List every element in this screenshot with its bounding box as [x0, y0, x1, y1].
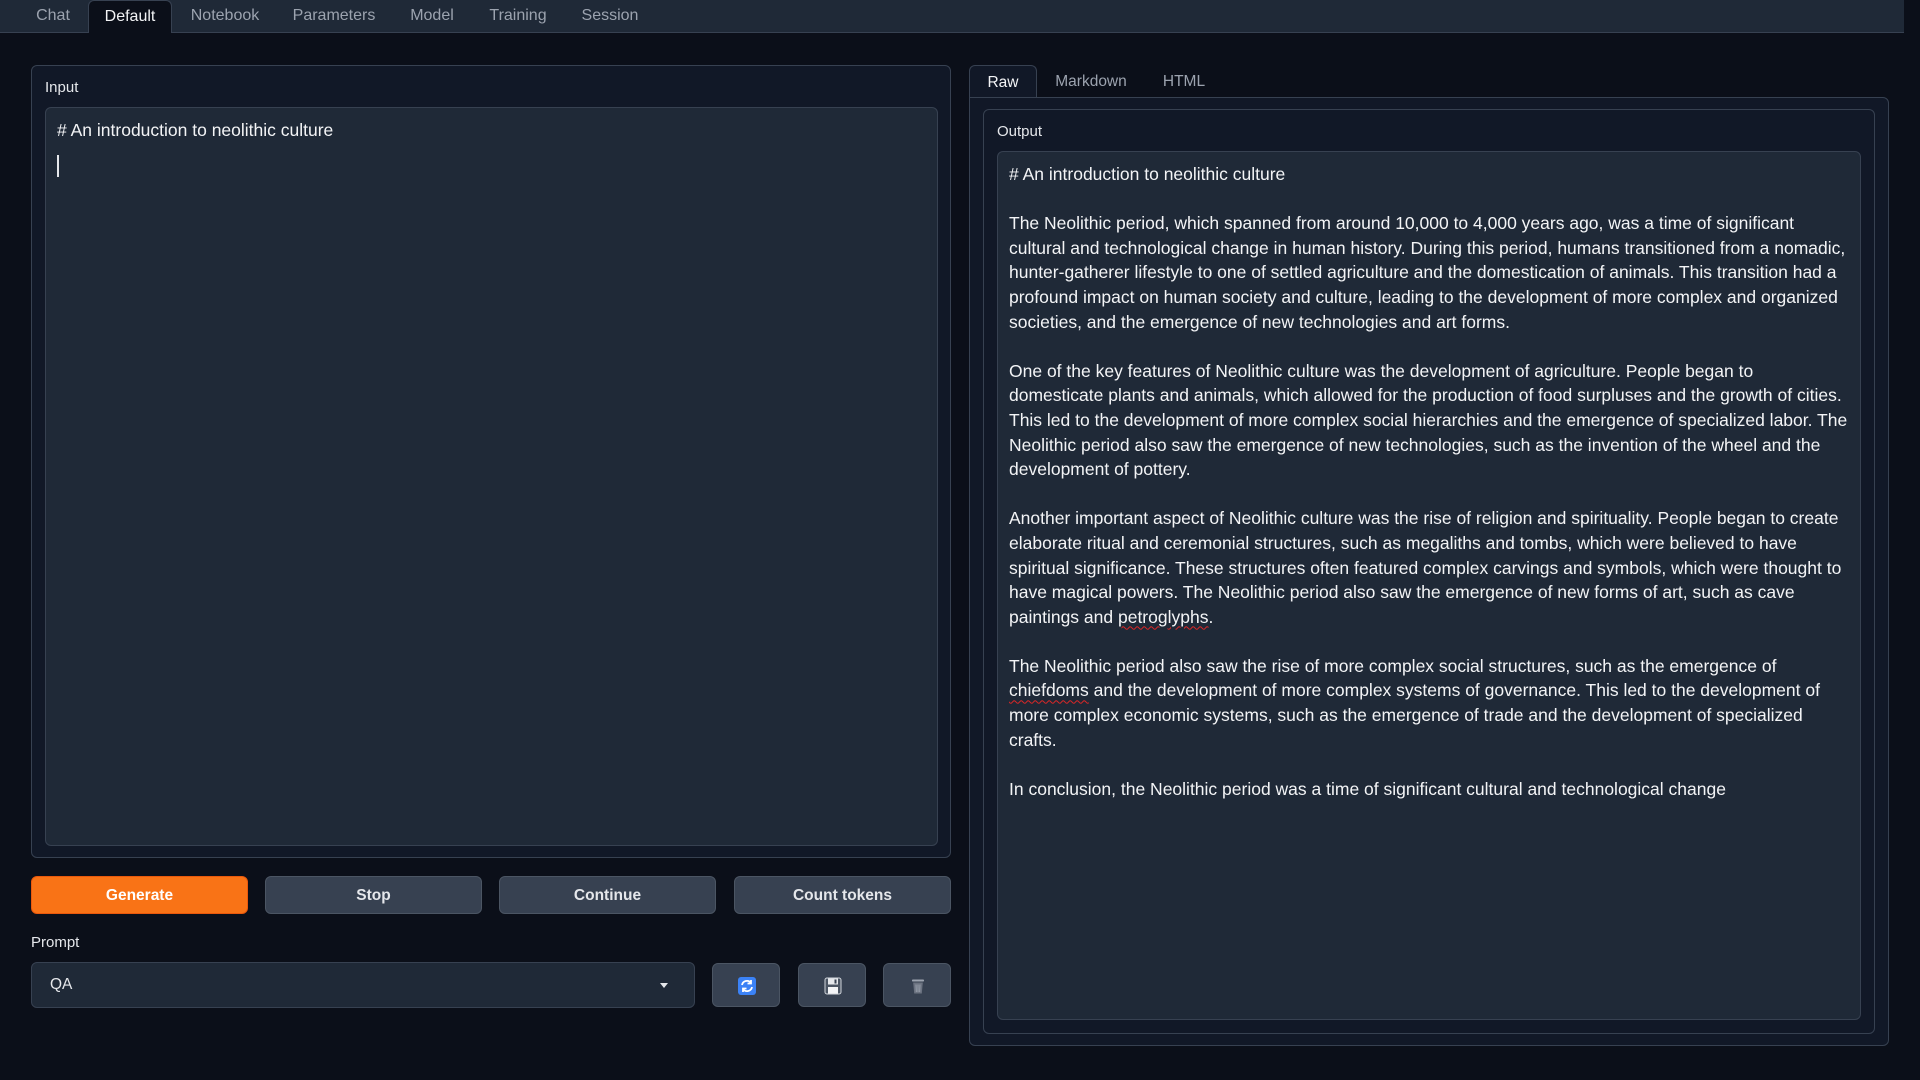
count-tokens-button[interactable]: Count tokens [734, 876, 951, 914]
input-label: Input [45, 79, 79, 96]
output-paragraph-3: Another important aspect of Neolithic cu… [1009, 508, 1842, 627]
input-panel: Input # An introduction to neolithic cul… [31, 65, 951, 858]
tab-notebook[interactable]: Notebook [178, 0, 272, 32]
refresh-icon [738, 977, 756, 995]
tab-parameters[interactable]: Parameters [286, 0, 382, 32]
tab-chat[interactable]: Chat [18, 0, 88, 32]
output-paragraph-4: The Neolithic period also saw the rise o… [1009, 655, 1820, 750]
prompt-select[interactable]: QA [31, 962, 695, 1008]
tab-default[interactable]: Default [88, 0, 172, 33]
tab-training[interactable]: Training [482, 0, 554, 32]
output-paragraph-1: The Neolithic period, which spanned from… [1009, 213, 1846, 332]
output-paragraph-5: In conclusion, the Neolithic period was … [1009, 778, 1726, 799]
continue-button[interactable]: Continue [499, 876, 716, 914]
output-heading: # An introduction to neolithic culture [1009, 164, 1286, 184]
spellcheck-word: chiefdoms [1009, 680, 1089, 701]
save-icon [824, 977, 842, 995]
tab-markdown[interactable]: Markdown [1045, 65, 1137, 98]
chevron-down-icon [660, 983, 668, 988]
generate-button[interactable]: Generate [31, 876, 248, 914]
save-prompt-button[interactable] [798, 963, 866, 1007]
input-textarea[interactable]: # An introduction to neolithic culture [45, 107, 938, 846]
tab-html[interactable]: HTML [1150, 65, 1218, 98]
refresh-prompts-button[interactable] [712, 963, 780, 1007]
input-text: # An introduction to neolithic culture [57, 120, 334, 140]
output-paragraph-2: One of the key features of Neolithic cul… [1009, 360, 1848, 480]
prompt-label: Prompt [31, 934, 80, 951]
stop-button[interactable]: Stop [265, 876, 482, 914]
text-caret [57, 154, 59, 177]
output-tab-panel: Output # An introduction to neolithic cu… [969, 97, 1889, 1046]
top-tab-bar: Chat Default Notebook Parameters Model T… [0, 0, 1904, 33]
output-label: Output [997, 123, 1043, 140]
tab-session[interactable]: Session [570, 0, 650, 32]
output-panel: Output # An introduction to neolithic cu… [983, 109, 1875, 1034]
tab-raw[interactable]: Raw [969, 65, 1037, 99]
trash-icon [912, 979, 924, 994]
tab-model[interactable]: Model [396, 0, 468, 32]
delete-prompt-button[interactable] [883, 963, 951, 1007]
prompt-selected-value: QA [50, 976, 73, 993]
output-textarea[interactable]: # An introduction to neolithic culture T… [997, 151, 1861, 1020]
spellcheck-word: petroglyphs [1117, 606, 1209, 627]
